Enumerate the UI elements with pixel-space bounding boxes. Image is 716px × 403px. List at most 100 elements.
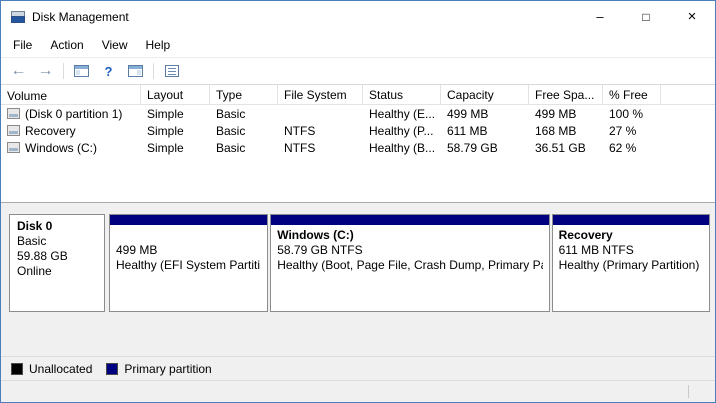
export-list-button[interactable] (159, 60, 184, 82)
forward-button[interactable]: → (33, 60, 58, 82)
action-pane-icon (128, 65, 143, 77)
partition-status: Healthy (Primary Partition) (559, 258, 703, 273)
capacity-cell: 611 MB (441, 124, 529, 138)
capacity-cell: 499 MB (441, 107, 529, 121)
free-space-cell: 168 MB (529, 124, 603, 138)
column-header-pct-free[interactable]: % Free (603, 85, 661, 104)
status-bar (1, 380, 715, 402)
help-button[interactable]: ? (96, 60, 121, 82)
column-header-type[interactable]: Type (210, 85, 278, 104)
status-cell: Healthy (P... (363, 124, 441, 138)
free-space-cell: 499 MB (529, 107, 603, 121)
disk-status: Online (17, 264, 97, 279)
volume-name: Recovery (25, 124, 76, 138)
table-row-disk0-partition1[interactable]: (Disk 0 partition 1) Simple Basic Health… (1, 105, 715, 122)
partition-title (116, 228, 261, 243)
pct-free-cell: 100 % (603, 107, 661, 121)
file-system-cell: NTFS (278, 141, 363, 155)
partitions-container: 499 MB Healthy (EFI System Partiti Windo… (109, 214, 710, 312)
partition-text: Windows (C:) 58.79 GB NTFS Healthy (Boot… (271, 225, 548, 276)
menu-file[interactable]: File (4, 34, 41, 56)
partition-text: 499 MB Healthy (EFI System Partiti (110, 225, 267, 276)
volume-table-header: Volume Layout Type File System Status Ca… (1, 85, 715, 105)
disk-0-info-panel[interactable]: Disk 0 Basic 59.88 GB Online (9, 214, 105, 312)
menu-action[interactable]: Action (41, 34, 92, 56)
capacity-cell: 58.79 GB (441, 141, 529, 155)
resize-grip-divider (688, 385, 689, 398)
type-cell: Basic (210, 124, 278, 138)
show-action-pane-button[interactable] (123, 60, 148, 82)
volume-list-pane: Volume Layout Type File System Status Ca… (1, 85, 715, 203)
partition-windows-c[interactable]: Windows (C:) 58.79 GB NTFS Healthy (Boot… (270, 214, 549, 312)
disk-graphical-view: Disk 0 Basic 59.88 GB Online 499 MB Heal… (1, 208, 715, 356)
menu-bar: File Action View Help (1, 32, 715, 57)
status-cell: Healthy (E... (363, 107, 441, 121)
forward-arrow-icon: → (38, 63, 54, 79)
volume-icon (7, 125, 20, 136)
partition-title: Windows (C:) (277, 228, 542, 243)
maximize-button[interactable]: □ (623, 1, 669, 32)
primary-partition-band (271, 215, 548, 225)
partition-status: Healthy (Boot, Page File, Crash Dump, Pr… (277, 258, 542, 273)
primary-partition-band (110, 215, 267, 225)
volume-cell: Recovery (1, 124, 141, 138)
legend-unallocated: Unallocated (11, 362, 92, 376)
partition-size: 58.79 GB NTFS (277, 243, 542, 258)
legend-label: Primary partition (124, 362, 211, 376)
toolbar: ← → ? (1, 57, 715, 85)
partition-status: Healthy (EFI System Partiti (116, 258, 261, 273)
column-header-layout[interactable]: Layout (141, 85, 210, 104)
volume-cell: Windows (C:) (1, 141, 141, 155)
export-list-icon (165, 65, 179, 77)
help-icon: ? (105, 65, 113, 78)
legend-label: Unallocated (29, 362, 92, 376)
volume-icon (7, 142, 20, 153)
layout-cell: Simple (141, 124, 210, 138)
show-console-tree-button[interactable] (69, 60, 94, 82)
primary-partition-band (553, 215, 709, 225)
volume-name: Windows (C:) (25, 141, 97, 155)
disk-type: Basic (17, 234, 97, 249)
partition-size: 611 MB NTFS (559, 243, 703, 258)
partition-title: Recovery (559, 228, 703, 243)
volume-name: (Disk 0 partition 1) (25, 107, 122, 121)
volume-cell: (Disk 0 partition 1) (1, 107, 141, 121)
title-bar: Disk Management – □ × (1, 1, 715, 32)
volume-icon (7, 108, 20, 119)
legend-bar: Unallocated Primary partition (1, 356, 715, 380)
pct-free-cell: 62 % (603, 141, 661, 155)
window-title: Disk Management (32, 10, 577, 24)
back-arrow-icon: ← (11, 63, 27, 79)
partition-efi-system[interactable]: 499 MB Healthy (EFI System Partiti (109, 214, 268, 312)
close-button[interactable]: × (669, 1, 715, 32)
column-header-filler (661, 85, 715, 104)
pct-free-cell: 27 % (603, 124, 661, 138)
back-button[interactable]: ← (6, 60, 31, 82)
toolbar-separator (153, 63, 154, 79)
disk-management-icon (10, 9, 26, 25)
disk-size: 59.88 GB (17, 249, 97, 264)
unallocated-swatch-icon (11, 363, 23, 375)
column-header-status[interactable]: Status (363, 85, 441, 104)
type-cell: Basic (210, 141, 278, 155)
layout-cell: Simple (141, 141, 210, 155)
status-cell: Healthy (B... (363, 141, 441, 155)
menu-help[interactable]: Help (137, 34, 180, 56)
disk-0-row: Disk 0 Basic 59.88 GB Online 499 MB Heal… (9, 214, 707, 312)
partition-size: 499 MB (116, 243, 261, 258)
minimize-button[interactable]: – (577, 1, 623, 32)
column-header-free-space[interactable]: Free Spa... (529, 85, 603, 104)
column-header-capacity[interactable]: Capacity (441, 85, 529, 104)
console-tree-icon (74, 65, 89, 77)
partition-recovery[interactable]: Recovery 611 MB NTFS Healthy (Primary Pa… (552, 214, 710, 312)
table-row-windows-c[interactable]: Windows (C:) Simple Basic NTFS Healthy (… (1, 139, 715, 156)
table-row-recovery[interactable]: Recovery Simple Basic NTFS Healthy (P...… (1, 122, 715, 139)
type-cell: Basic (210, 107, 278, 121)
toolbar-separator (63, 63, 64, 79)
layout-cell: Simple (141, 107, 210, 121)
menu-view[interactable]: View (93, 34, 137, 56)
disk-management-window: Disk Management – □ × File Action View H… (0, 0, 716, 403)
column-header-volume[interactable]: Volume (1, 85, 141, 104)
column-header-file-system[interactable]: File System (278, 85, 363, 104)
file-system-cell: NTFS (278, 124, 363, 138)
